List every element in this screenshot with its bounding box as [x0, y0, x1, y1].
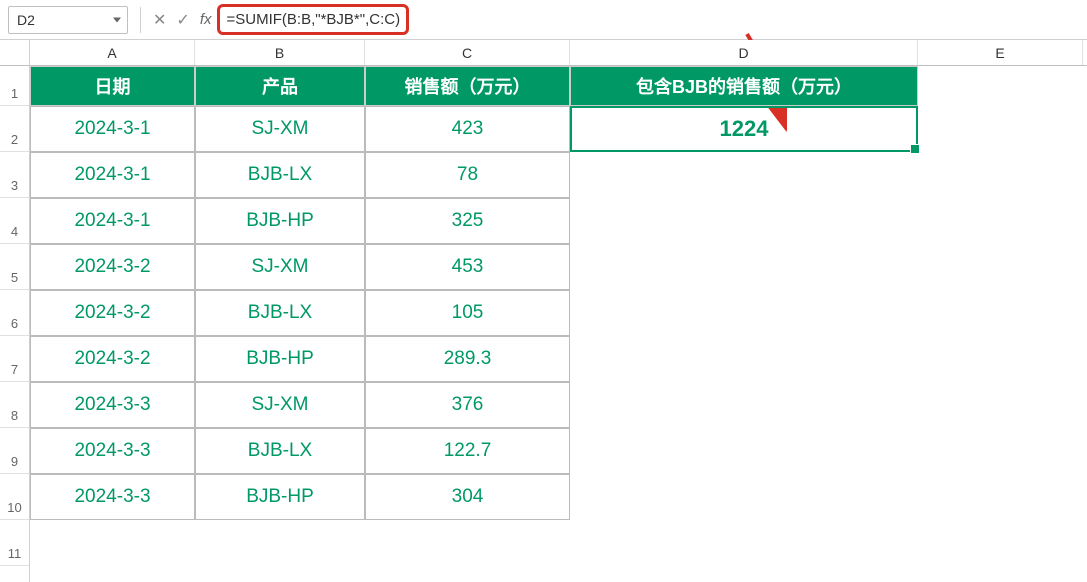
empty-cell[interactable]	[570, 198, 918, 244]
row-header[interactable]: 4	[0, 198, 29, 244]
empty-cell[interactable]	[570, 336, 918, 382]
cell-product[interactable]: BJB-HP	[195, 336, 365, 382]
row-header[interactable]: 8	[0, 382, 29, 428]
empty-cell[interactable]	[570, 152, 918, 198]
header-cell-date[interactable]: 日期	[30, 66, 195, 106]
table-row: 2024-3-3 BJB-LX 122.7	[30, 428, 1087, 474]
data-table: 日期 产品 销售额（万元） 包含BJB的销售额（万元） 2024-3-1 SJ-…	[30, 66, 1087, 566]
cell-sales[interactable]: 122.7	[365, 428, 570, 474]
row-header[interactable]: 7	[0, 336, 29, 382]
cell-date[interactable]: 2024-3-2	[30, 290, 195, 336]
spreadsheet-grid: 1 2 3 4 5 6 7 8 9 10 11 A B C D E 日期 产品 …	[0, 40, 1087, 582]
header-cell-product[interactable]: 产品	[195, 66, 365, 106]
table-row: 2024-3-1 SJ-XM 423 1224	[30, 106, 1087, 152]
cell-sales[interactable]: 304	[365, 474, 570, 520]
table-row: 2024-3-2 SJ-XM 453	[30, 244, 1087, 290]
column-header[interactable]: B	[195, 40, 365, 65]
cell-date[interactable]: 2024-3-1	[30, 198, 195, 244]
cancel-icon[interactable]: ✕	[153, 10, 166, 30]
table-row: 2024-3-1 BJB-LX 78	[30, 152, 1087, 198]
result-cell[interactable]: 1224	[570, 106, 918, 152]
header-cell-sales[interactable]: 销售额（万元）	[365, 66, 570, 106]
cell-date[interactable]: 2024-3-1	[30, 152, 195, 198]
confirm-icon[interactable]: ✓	[176, 10, 189, 30]
table-row: 2024-3-1 BJB-HP 325	[30, 198, 1087, 244]
divider	[140, 7, 141, 33]
cell-date[interactable]: 2024-3-2	[30, 244, 195, 290]
empty-cell[interactable]	[570, 382, 918, 428]
formula-input[interactable]: =SUMIF(B:B,"*BJB*",C:C)	[217, 4, 409, 35]
table-row: 2024-3-2 BJB-HP 289.3	[30, 336, 1087, 382]
column-header[interactable]: C	[365, 40, 570, 65]
table-header-row: 日期 产品 销售额（万元） 包含BJB的销售额（万元）	[30, 66, 1087, 106]
cell-sales[interactable]: 78	[365, 152, 570, 198]
column-header[interactable]: D	[570, 40, 918, 65]
cell-sales[interactable]: 105	[365, 290, 570, 336]
row-header[interactable]: 6	[0, 290, 29, 336]
cell-product[interactable]: BJB-LX	[195, 428, 365, 474]
table-row: 2024-3-3 BJB-HP 304	[30, 474, 1087, 520]
row-header[interactable]: 5	[0, 244, 29, 290]
empty-cell[interactable]	[570, 474, 918, 520]
row-header[interactable]: 1	[0, 66, 29, 106]
empty-cell[interactable]	[570, 290, 918, 336]
cell-product[interactable]: BJB-LX	[195, 290, 365, 336]
cell-sales[interactable]: 423	[365, 106, 570, 152]
empty-cell[interactable]	[570, 244, 918, 290]
cell-sales[interactable]: 325	[365, 198, 570, 244]
formula-icons: ✕ ✓ fx	[153, 10, 217, 30]
corner-cell[interactable]	[0, 40, 29, 66]
cell-date[interactable]: 2024-3-2	[30, 336, 195, 382]
column-header[interactable]: A	[30, 40, 195, 65]
cell-reference-value: D2	[17, 12, 35, 28]
header-cell-result[interactable]: 包含BJB的销售额（万元）	[570, 66, 918, 106]
row-header[interactable]: 9	[0, 428, 29, 474]
formula-bar: D2 ✕ ✓ fx =SUMIF(B:B,"*BJB*",C:C)	[0, 0, 1087, 40]
cell-product[interactable]: SJ-XM	[195, 106, 365, 152]
cell-date[interactable]: 2024-3-3	[30, 474, 195, 520]
cell-product[interactable]: BJB-HP	[195, 474, 365, 520]
cell-product[interactable]: BJB-HP	[195, 198, 365, 244]
cell-sales[interactable]: 289.3	[365, 336, 570, 382]
cell-sales[interactable]: 453	[365, 244, 570, 290]
content-area: A B C D E 日期 产品 销售额（万元） 包含BJB的销售额（万元） 20…	[30, 40, 1087, 582]
cell-date[interactable]: 2024-3-1	[30, 106, 195, 152]
cell-date[interactable]: 2024-3-3	[30, 382, 195, 428]
column-header[interactable]: E	[918, 40, 1083, 65]
row-header[interactable]: 10	[0, 474, 29, 520]
cell-reference-box[interactable]: D2	[8, 6, 128, 34]
row-header[interactable]: 2	[0, 106, 29, 152]
cell-sales[interactable]: 376	[365, 382, 570, 428]
table-row: 2024-3-2 BJB-LX 105	[30, 290, 1087, 336]
table-row: 2024-3-3 SJ-XM 376	[30, 382, 1087, 428]
empty-cell[interactable]	[570, 428, 918, 474]
row-header[interactable]: 3	[0, 152, 29, 198]
row-headers: 1 2 3 4 5 6 7 8 9 10 11	[0, 40, 30, 582]
formula-input-wrap: =SUMIF(B:B,"*BJB*",C:C)	[217, 4, 1079, 35]
cell-product[interactable]: SJ-XM	[195, 382, 365, 428]
row-header[interactable]: 11	[0, 520, 29, 566]
cell-product[interactable]: BJB-LX	[195, 152, 365, 198]
column-headers: A B C D E	[30, 40, 1087, 66]
empty-row	[30, 520, 1087, 566]
fx-icon[interactable]: fx	[200, 11, 212, 28]
cell-date[interactable]: 2024-3-3	[30, 428, 195, 474]
cell-product[interactable]: SJ-XM	[195, 244, 365, 290]
